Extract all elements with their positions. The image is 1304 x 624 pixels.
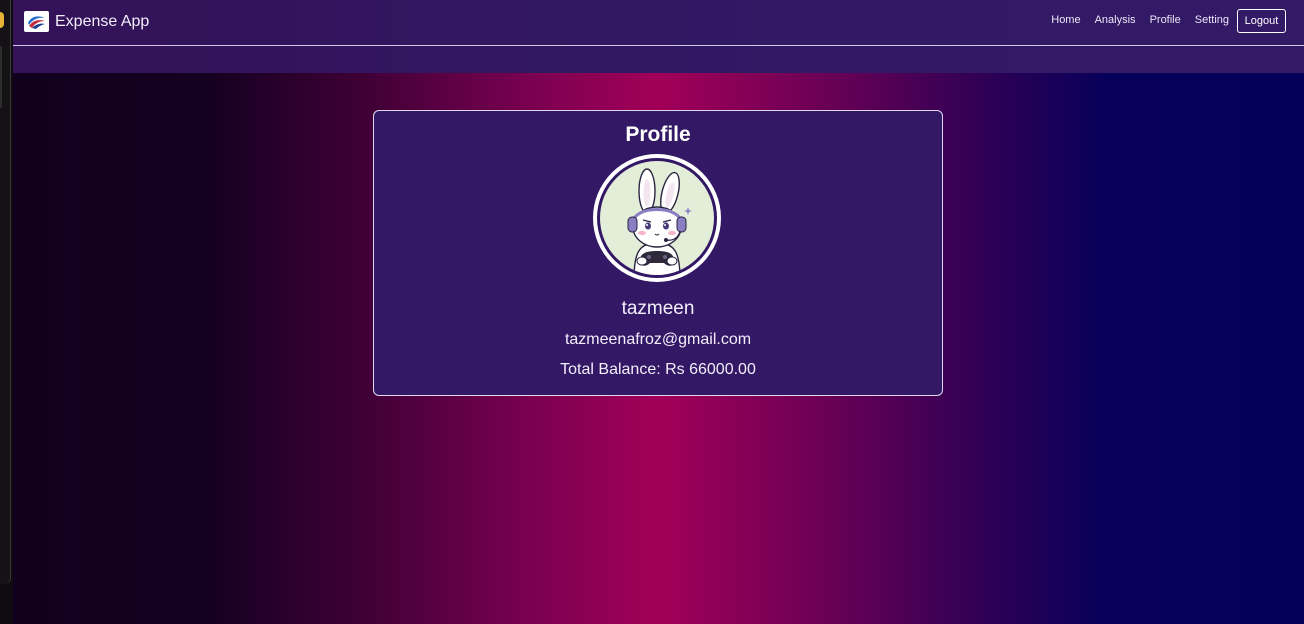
profile-card: Profile tazmeen tazmeenafroz@gmail.com T… (373, 110, 943, 396)
profile-title: Profile (625, 123, 691, 146)
avatar-ring (597, 158, 717, 278)
brand[interactable]: Expense App (24, 10, 149, 33)
nav-link-setting[interactable]: Setting (1195, 14, 1229, 26)
logout-button[interactable]: Logout (1237, 9, 1286, 33)
nav-link-profile[interactable]: Profile (1150, 14, 1181, 26)
desktop-dock-strip (0, 0, 13, 624)
profile-username: tazmeen (621, 298, 695, 319)
dock-app-icon[interactable] (0, 12, 4, 28)
navbar-divider (13, 45, 1304, 46)
profile-email: tazmeenafroz@gmail.com (564, 331, 752, 348)
dock-panel (0, 0, 11, 584)
brand-title: Expense App (55, 12, 150, 30)
nav-link-analysis[interactable]: Analysis (1095, 14, 1136, 26)
navbar: Expense App Home Analysis Profile Settin… (13, 0, 1304, 73)
nav-links: Home Analysis Profile Setting (1051, 14, 1229, 26)
nav-link-home[interactable]: Home (1051, 14, 1080, 26)
avatar (593, 154, 721, 282)
bunny-gamer-avatar-icon (600, 161, 714, 275)
dock-indicator (0, 46, 2, 108)
profile-balance: Total Balance: Rs 66000.00 (560, 361, 756, 378)
wave-logo-icon (24, 11, 49, 32)
page-background: Expense App Home Analysis Profile Settin… (13, 0, 1304, 624)
